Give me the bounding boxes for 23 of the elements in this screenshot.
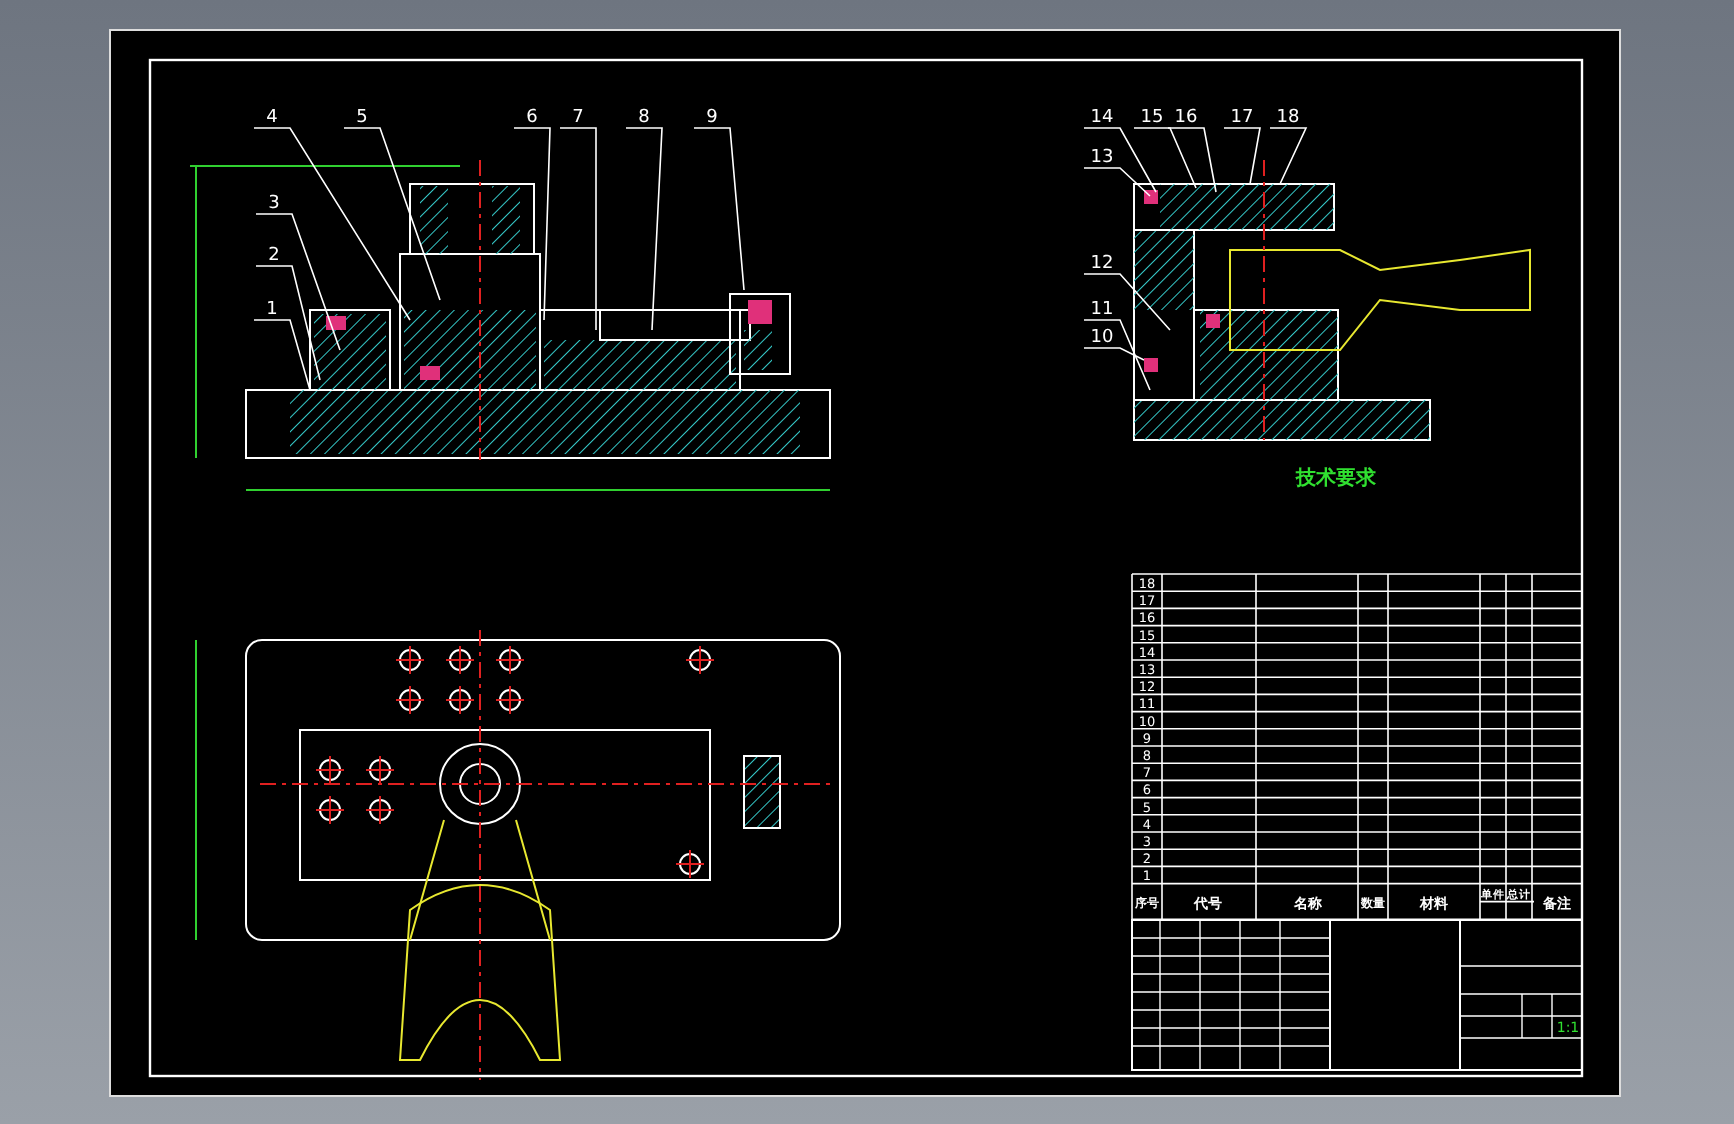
- part-number: 16: [1174, 108, 1198, 128]
- part-number: 17: [1230, 108, 1254, 128]
- part-number: 6: [526, 108, 538, 128]
- part-number: 12: [1090, 254, 1114, 274]
- part-number: 4: [266, 108, 278, 128]
- part-number: 13: [1090, 148, 1114, 168]
- part-number: 18: [1276, 108, 1300, 128]
- part-number: 15: [1140, 108, 1164, 128]
- leader-line: [1167, 127, 1217, 193]
- part-number: 8: [638, 108, 650, 128]
- part-number: 3: [268, 194, 280, 214]
- part-number: 9: [706, 108, 718, 128]
- leader-line: [1269, 127, 1308, 185]
- part-number: 14: [1090, 108, 1114, 128]
- leader-line: [1223, 127, 1261, 185]
- requirements-title: 技术要求: [1296, 468, 1376, 490]
- part-number: 7: [572, 108, 584, 128]
- part-number: 1: [266, 300, 278, 320]
- leader-line: [1083, 273, 1171, 331]
- part-number: 5: [356, 108, 368, 128]
- part-number: 10: [1090, 328, 1114, 348]
- part-number: 11: [1090, 300, 1114, 320]
- part-number: 2: [268, 246, 280, 266]
